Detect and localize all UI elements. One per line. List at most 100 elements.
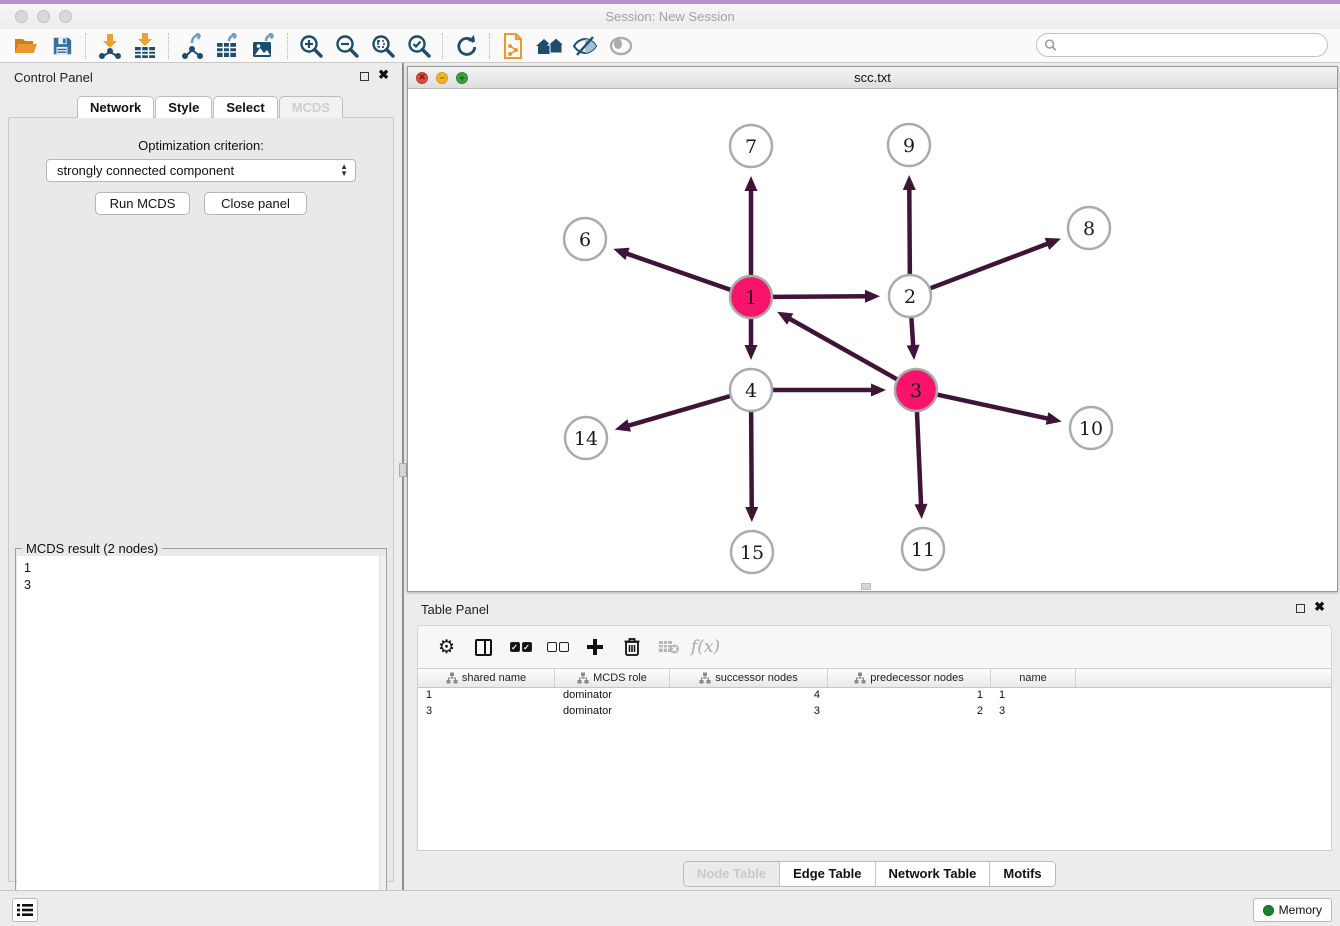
float-panel-icon[interactable] [360,72,369,81]
eye-icon[interactable] [603,31,639,61]
graph-node-label: 9 [903,135,915,157]
run-mcds-button[interactable]: Run MCDS [95,192,190,215]
graph-edge[interactable] [909,187,910,274]
network-file-icon[interactable] [495,31,531,61]
tab-node-table[interactable]: Node Table [684,862,780,886]
cell-successor-nodes[interactable]: 4 [670,688,828,704]
task-history-button[interactable] [12,898,38,922]
graph-edge[interactable] [931,243,1050,288]
column-header-name[interactable]: name [991,669,1076,687]
function-builder-icon[interactable]: f(x) [687,632,724,662]
network-close-icon[interactable]: ✕ [416,72,428,84]
import-table-icon[interactable] [127,31,163,61]
graph-edge-arrowhead [745,345,758,360]
toolbar-separator [85,33,86,59]
graph-node-label: 14 [574,428,598,450]
cell-predecessor-nodes[interactable]: 2 [828,704,991,720]
tab-network[interactable]: Network [77,96,154,118]
result-scrollbar[interactable] [379,556,386,925]
main-toolbar [0,29,1340,63]
network-window-title: scc.txt [408,70,1337,85]
mcds-result-textarea[interactable]: 1 3 [17,556,386,925]
cell-name[interactable]: 3 [991,704,1076,720]
select-all-columns-icon[interactable]: ✓✓ [502,632,539,662]
cell-shared-name[interactable]: 1 [418,688,555,704]
tab-style[interactable]: Style [155,96,212,118]
import-network-icon[interactable] [91,31,127,61]
node-table[interactable]: shared name MCDS role successor nodes pr… [417,668,1332,851]
toolbar-separator [489,33,490,59]
zoom-selected-icon[interactable] [401,31,437,61]
column-header-predecessor-nodes[interactable]: predecessor nodes [828,669,991,687]
table-panel-header: Table Panel ✖ [407,595,1340,623]
optimization-criterion-dropdown[interactable]: strongly connected component ▲▼ [46,159,356,182]
home-icon[interactable] [531,31,567,61]
table-settings-gear-icon[interactable]: ⚙ [428,632,465,662]
column-type-icon [577,672,589,684]
memory-button[interactable]: Memory [1253,898,1332,922]
delete-table-icon[interactable] [650,632,687,662]
add-column-icon[interactable] [576,632,613,662]
graph-edge[interactable] [773,296,868,297]
horizontal-scrollbar-thumb[interactable] [861,583,871,590]
network-maximize-icon[interactable]: + [456,72,468,84]
save-icon[interactable] [44,31,80,61]
tab-mcds[interactable]: MCDS [279,96,343,118]
float-table-panel-icon[interactable] [1296,604,1305,613]
graph-edge[interactable] [911,318,913,348]
node-table-header: shared name MCDS role successor nodes pr… [418,669,1331,688]
graph-edge[interactable] [937,395,1049,419]
control-panel-tabs: Network Style Select MCDS [77,96,344,118]
cell-name[interactable]: 1 [991,688,1076,704]
column-type-icon [854,672,866,684]
network-graph[interactable]: 1234678910111415 [408,89,1337,591]
network-window-titlebar[interactable]: ✕ − + scc.txt [408,67,1337,89]
open-folder-icon[interactable] [8,31,44,61]
tab-edge-table[interactable]: Edge Table [780,862,875,886]
close-panel-button[interactable]: Close panel [204,192,307,215]
tab-motifs[interactable]: Motifs [990,862,1054,886]
graph-node-label: 3 [910,380,922,402]
close-panel-icon[interactable]: ✖ [378,67,389,83]
export-table-icon[interactable] [210,31,246,61]
tab-select[interactable]: Select [213,96,277,118]
panel-divider-grip[interactable] [399,463,407,477]
network-minimize-icon[interactable]: − [436,72,448,84]
column-header-shared-name[interactable]: shared name [418,669,555,687]
dropdown-value: strongly connected component [57,163,234,178]
graph-edge[interactable] [751,412,752,510]
table-row[interactable]: 3 dominator 3 2 3 [418,704,1331,720]
hide-panel-eye-icon[interactable] [567,31,603,61]
cell-successor-nodes[interactable]: 3 [670,704,828,720]
tab-network-table[interactable]: Network Table [876,862,991,886]
cell-mcds-role[interactable]: dominator [555,688,670,704]
memory-status-icon [1263,905,1274,916]
graph-edge[interactable] [917,412,921,507]
close-table-panel-icon[interactable]: ✖ [1314,599,1325,615]
column-header-mcds-role[interactable]: MCDS role [555,669,670,687]
cell-shared-name[interactable]: 3 [418,704,555,720]
graph-edge[interactable] [626,396,730,426]
graph-edge[interactable] [625,253,731,290]
refresh-icon[interactable] [448,31,484,61]
table-row[interactable]: 1 dominator 4 1 1 [418,688,1331,704]
fit-content-icon[interactable] [365,31,401,61]
mcds-result-group: MCDS result (2 nodes) 1 3 [15,548,387,926]
graph-edge[interactable] [788,318,897,380]
export-image-icon[interactable] [246,31,282,61]
show-columns-icon[interactable] [465,632,502,662]
column-header-successor-nodes[interactable]: successor nodes [670,669,828,687]
toolbar-search [1036,33,1328,57]
deselect-all-columns-icon[interactable] [539,632,576,662]
cell-predecessor-nodes[interactable]: 1 [828,688,991,704]
graph-node-label: 2 [904,286,916,308]
graph-edge-arrowhead [1045,238,1061,250]
export-network-icon[interactable] [174,31,210,61]
search-input[interactable] [1036,33,1328,57]
control-panel: Control Panel ✖ Network Style Select MCD… [0,63,402,890]
cell-mcds-role[interactable]: dominator [555,704,670,720]
zoom-in-icon[interactable] [293,31,329,61]
graph-node-label: 11 [911,539,935,561]
zoom-out-icon[interactable] [329,31,365,61]
delete-column-trash-icon[interactable] [613,632,650,662]
